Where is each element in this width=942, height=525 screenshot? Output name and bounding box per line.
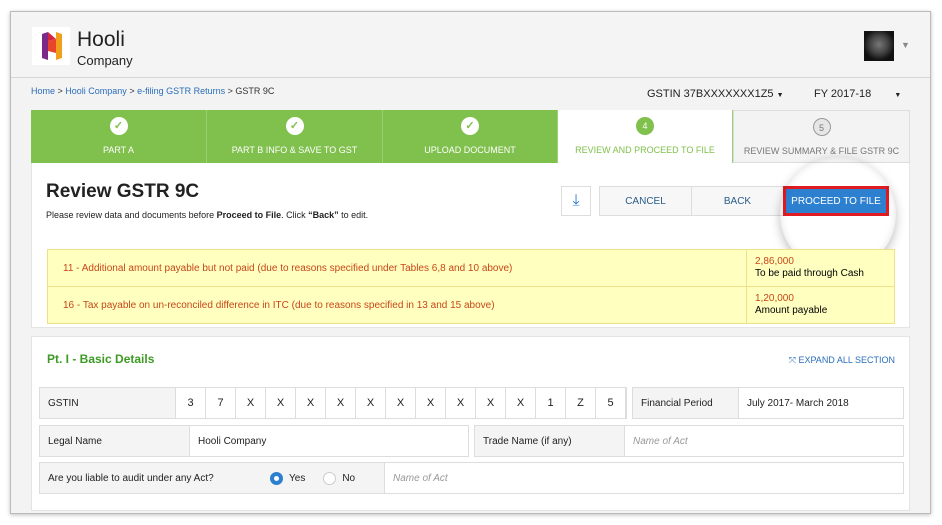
- radio-checked-icon: [270, 471, 283, 485]
- stepper: ✓ PART A ✓ PART B INFO & SAVE TO GST ✓ UPLO…: [31, 110, 910, 163]
- gstin-char[interactable]: X: [356, 388, 386, 418]
- cancel-button[interactable]: CANCEL: [599, 186, 692, 216]
- gstin-chars: 37XXXXXXXXXX1Z5: [176, 388, 626, 418]
- gstin-char[interactable]: X: [266, 388, 296, 418]
- fp-label: Financial Period: [633, 388, 739, 418]
- page-title: Review GSTR 9C: [46, 181, 200, 202]
- warning-text: 16 - Tax payable on un-reconciled differ…: [63, 300, 495, 311]
- download-button[interactable]: ⤓: [561, 186, 591, 216]
- gstin-select[interactable]: GSTIN 37BXXXXXXX1Z5 ▼: [647, 88, 784, 100]
- audit-field: Are you liable to audit under any Act? Y…: [39, 462, 904, 494]
- caret-down-icon: ▼: [894, 92, 902, 99]
- brand-subtitle: Company: [77, 53, 133, 68]
- gstin-field: GSTIN 37XXXXXXXXXX1Z5: [39, 387, 627, 419]
- gstin-char[interactable]: X: [236, 388, 266, 418]
- fp-value: July 2017- March 2018: [747, 397, 849, 409]
- legal-name-value[interactable]: Hooli Company: [190, 436, 266, 447]
- gstin-value: GSTIN 37BXXXXXXX1Z5: [647, 88, 774, 100]
- review-instructions: Please review data and documents before …: [46, 210, 369, 220]
- review-panel: Review GSTR 9C Please review data and do…: [31, 163, 910, 328]
- gstin-char[interactable]: Z: [566, 388, 596, 418]
- gstin-char[interactable]: 5: [596, 388, 626, 418]
- warning-value: 2,86,000 To be paid through Cash: [746, 250, 872, 286]
- step-label: REVIEW SUMMARY & FILE GSTR 9C: [743, 146, 900, 156]
- header: Hooli Company ▼: [11, 12, 930, 78]
- warning-table: 11 - Additional amount payable but not p…: [47, 249, 895, 324]
- radio-yes[interactable]: Yes: [270, 471, 305, 485]
- step-summary[interactable]: 5 REVIEW SUMMARY & FILE GSTR 9C: [733, 110, 910, 163]
- caret-down-icon: ▼: [776, 92, 784, 99]
- breadcrumb-current: GSTR 9C: [235, 86, 275, 96]
- app-window: Hooli Company ▼ Home > Hooli Company > e…: [10, 11, 931, 514]
- breadcrumb-home[interactable]: Home: [31, 86, 55, 96]
- act-name-input[interactable]: Name of Act: [385, 473, 448, 484]
- gstin-char[interactable]: X: [476, 388, 506, 418]
- breadcrumb-company[interactable]: Hooli Company: [65, 86, 127, 96]
- legal-name-label: Legal Name: [40, 426, 190, 456]
- step-number: 4: [636, 117, 654, 135]
- trade-name-input[interactable]: Name of Act: [625, 436, 688, 447]
- gstin-char[interactable]: X: [326, 388, 356, 418]
- gstin-char[interactable]: 7: [206, 388, 236, 418]
- avatar[interactable]: [864, 31, 894, 61]
- trade-name-label: Trade Name (if any): [475, 426, 625, 456]
- radio-unchecked-icon: [323, 471, 337, 485]
- basic-details-panel: Pt. I - Basic Details ⤧ EXPAND ALL SECTI…: [31, 336, 910, 511]
- breadcrumb-efiling[interactable]: e-filing GSTR Returns: [137, 86, 225, 96]
- gstin-char[interactable]: X: [416, 388, 446, 418]
- gstin-char[interactable]: X: [446, 388, 476, 418]
- step-upload[interactable]: ✓ UPLOAD DOCUMENT: [383, 110, 558, 163]
- radio-no[interactable]: No: [323, 471, 355, 485]
- audit-question: Are you liable to audit under any Act? Y…: [40, 463, 385, 493]
- step-label: PART B INFO & SAVE TO GST: [231, 145, 358, 155]
- fy-select[interactable]: FY 2017-18 ▼: [814, 88, 901, 100]
- step-label: UPLOAD DOCUMENT: [424, 145, 516, 155]
- check-icon: ✓: [461, 117, 479, 135]
- financial-period-field: Financial Period July 2017- March 2018: [632, 387, 904, 419]
- gstin-char[interactable]: X: [386, 388, 416, 418]
- trade-name-field: Trade Name (if any) Name of Act: [474, 425, 904, 457]
- audit-label: Are you liable to audit under any Act?: [48, 472, 214, 484]
- expand-icon: ⤧: [788, 355, 796, 365]
- check-icon: ✓: [285, 117, 304, 135]
- chevron-down-icon[interactable]: ▼: [901, 40, 910, 50]
- fy-value: FY 2017-18: [814, 88, 872, 100]
- breadcrumb: Home > Hooli Company > e-filing GSTR Ret…: [31, 86, 275, 96]
- step-number: 5: [812, 118, 831, 136]
- step-review[interactable]: 4 REVIEW AND PROCEED TO FILE: [558, 110, 733, 163]
- warning-row: 16 - Tax payable on un-reconciled differ…: [48, 287, 894, 324]
- gstin-char[interactable]: X: [506, 388, 536, 418]
- step-label: REVIEW AND PROCEED TO FILE: [575, 145, 715, 155]
- expand-all-button[interactable]: ⤧ EXPAND ALL SECTION: [789, 355, 895, 366]
- step-part-b[interactable]: ✓ PART B INFO & SAVE TO GST: [207, 110, 383, 163]
- check-icon: ✓: [109, 117, 128, 135]
- gstin-char[interactable]: 1: [536, 388, 566, 418]
- proceed-to-file-button[interactable]: PROCEED TO FILE: [783, 186, 889, 216]
- gstin-char[interactable]: X: [296, 388, 326, 418]
- warning-row: 11 - Additional amount payable but not p…: [48, 250, 894, 287]
- legal-name-field: Legal Name Hooli Company: [39, 425, 469, 457]
- section-title: Pt. I - Basic Details: [47, 352, 155, 366]
- gstin-label: GSTIN: [40, 388, 176, 418]
- step-label: PART A: [102, 145, 135, 155]
- step-part-a[interactable]: ✓ PART A: [31, 110, 207, 163]
- gstin-char[interactable]: 3: [176, 388, 206, 418]
- warning-value: 1,20,000 Amount payable: [746, 287, 835, 324]
- back-button[interactable]: BACK: [691, 186, 784, 216]
- download-icon: ⤓: [572, 192, 580, 209]
- hooli-logo: [32, 27, 70, 65]
- warning-text: 11 - Additional amount payable but not p…: [63, 263, 513, 274]
- brand-name: Hooli: [77, 28, 125, 51]
